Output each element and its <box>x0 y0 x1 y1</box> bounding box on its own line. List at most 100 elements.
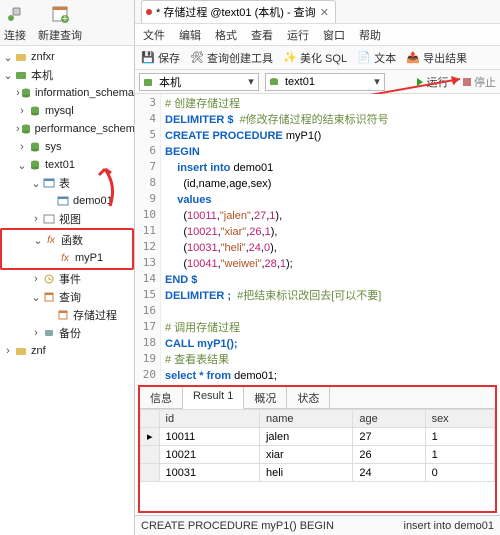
tree-item[interactable]: ›事件 <box>0 270 134 288</box>
menu-format[interactable]: 格式 <box>215 27 237 43</box>
twisty-icon[interactable] <box>46 252 58 264</box>
query-builder-button[interactable]: 🛠查询创建工具 <box>190 50 273 66</box>
status-left: CREATE PROCEDURE myP1() BEGIN <box>141 520 334 532</box>
tree-label: 表 <box>59 175 70 191</box>
cell-age[interactable]: 24 <box>353 464 425 482</box>
results-grid[interactable]: id name age sex ▸10011jalen27110021xiar2… <box>140 409 495 511</box>
stop-button[interactable]: 停止 <box>463 74 496 90</box>
connect-button[interactable]: 连接 <box>4 1 26 43</box>
tree-item[interactable]: › znf <box>0 342 134 360</box>
tree-item[interactable]: ›information_schema <box>0 84 134 102</box>
twisty-icon[interactable]: › <box>30 213 42 225</box>
cell-sex[interactable]: 0 <box>425 464 494 482</box>
tree-item[interactable]: fxmyP1 <box>2 249 132 267</box>
tree-item[interactable]: ›备份 <box>0 324 134 342</box>
tree-item[interactable]: ›performance_schema <box>0 120 134 138</box>
cell-sex[interactable]: 1 <box>425 446 494 464</box>
tree-label: znf <box>31 345 46 357</box>
save-icon: 💾 <box>141 51 155 65</box>
object-tree: ⌄znfxr⌄本机›information_schema›mysql›perfo… <box>0 46 134 535</box>
col-age[interactable]: age <box>353 410 425 428</box>
sch-icon <box>28 140 42 154</box>
menu-window[interactable]: 窗口 <box>323 27 345 43</box>
text-button[interactable]: 📄文本 <box>357 50 396 66</box>
new-query-button[interactable]: + 新建查询 <box>38 1 82 43</box>
cell-name[interactable]: xiar <box>259 446 352 464</box>
export-label: 导出结果 <box>423 50 467 66</box>
tree-item[interactable]: ⌄本机 <box>0 66 134 84</box>
tree-label: 存储过程 <box>73 307 117 323</box>
line-number: 6 <box>135 144 160 160</box>
tree-item[interactable]: ⌄text01 <box>0 156 134 174</box>
connection-select[interactable]: 本机 ▾ <box>139 73 259 91</box>
twisty-icon[interactable] <box>44 195 56 207</box>
new-query-icon: + <box>49 3 71 25</box>
twisty-icon[interactable]: › <box>2 345 14 357</box>
tab-profile[interactable]: 概况 <box>244 387 287 408</box>
cell-age[interactable]: 27 <box>353 428 425 446</box>
file-tab-row: * 存储过程 @text01 (本机) - 查询 ✕ <box>135 0 500 24</box>
svg-text:+: + <box>62 13 68 24</box>
export-button[interactable]: 📤导出结果 <box>406 50 467 66</box>
run-button[interactable]: 运行▾ <box>417 74 457 90</box>
cell-age[interactable]: 26 <box>353 446 425 464</box>
menu-bar: 文件 编辑 格式 查看 运行 窗口 帮助 <box>135 24 500 46</box>
tree-label: myP1 <box>75 252 103 264</box>
tree-item[interactable]: ›视图 <box>0 210 134 228</box>
twisty-icon[interactable]: ⌄ <box>16 159 28 171</box>
sql-editor[interactable]: 34567891011121314151617181920 # 创建存储过程 D… <box>135 94 500 385</box>
qry-icon <box>42 290 56 304</box>
cell-name[interactable]: heli <box>259 464 352 482</box>
twisty-icon[interactable]: ⌄ <box>30 177 42 189</box>
tab-result1[interactable]: Result 1 <box>183 387 244 409</box>
table-row[interactable]: 10021xiar261 <box>141 446 495 464</box>
menu-view[interactable]: 查看 <box>251 27 273 43</box>
cell-id[interactable]: 10011 <box>159 428 259 446</box>
twisty-icon[interactable]: ⌄ <box>2 69 14 81</box>
cell-sex[interactable]: 1 <box>425 428 494 446</box>
tree-item[interactable]: demo01 <box>0 192 134 210</box>
bak-icon <box>42 326 56 340</box>
menu-help[interactable]: 帮助 <box>359 27 381 43</box>
cell-id[interactable]: 10021 <box>159 446 259 464</box>
twisty-icon[interactable] <box>44 309 56 321</box>
twisty-icon[interactable]: › <box>16 141 28 153</box>
tree-item[interactable]: ›sys <box>0 138 134 156</box>
code-area[interactable]: # 创建存储过程 DELIMITER $ #修改存储过程的结束标识符号 CREA… <box>161 94 500 385</box>
col-sex[interactable]: sex <box>425 410 494 428</box>
db-y-icon <box>14 50 28 64</box>
new-query-label: 新建查询 <box>38 27 82 43</box>
chevron-down-icon: ▾ <box>244 75 258 88</box>
file-tab[interactable]: * 存储过程 @text01 (本机) - 查询 ✕ <box>141 0 336 23</box>
tree-item[interactable]: ⌄查询 <box>0 288 134 306</box>
twisty-icon[interactable]: › <box>30 327 42 339</box>
twisty-icon[interactable]: ⌄ <box>2 51 14 63</box>
tree-item[interactable]: ⌄表 <box>0 174 134 192</box>
col-id[interactable]: id <box>159 410 259 428</box>
twisty-icon[interactable]: › <box>30 273 42 285</box>
tab-status[interactable]: 状态 <box>287 387 330 408</box>
tree-item[interactable]: ⌄znfxr <box>0 48 134 66</box>
twisty-icon[interactable]: › <box>16 105 28 117</box>
menu-edit[interactable]: 编辑 <box>179 27 201 43</box>
menu-file[interactable]: 文件 <box>143 27 165 43</box>
tab-info[interactable]: 信息 <box>140 387 183 408</box>
twisty-icon[interactable]: ⌄ <box>30 291 42 303</box>
file-tab-title: * 存储过程 @text01 (本机) - 查询 <box>156 4 316 20</box>
cell-name[interactable]: jalen <box>259 428 352 446</box>
tree-item[interactable]: ›mysql <box>0 102 134 120</box>
beautify-button[interactable]: ✨美化 SQL <box>283 50 347 66</box>
tree-item[interactable]: ⌄fx函数 <box>2 231 132 249</box>
tree-item[interactable]: 存储过程 <box>0 306 134 324</box>
database-select[interactable]: text01 ▾ <box>265 73 385 91</box>
modified-dot-icon <box>146 9 152 15</box>
table-row[interactable]: 10031heli240 <box>141 464 495 482</box>
table-row[interactable]: ▸10011jalen271 <box>141 428 495 446</box>
close-icon[interactable]: ✕ <box>320 6 329 19</box>
tbl-icon <box>56 194 70 208</box>
col-name[interactable]: name <box>259 410 352 428</box>
cell-id[interactable]: 10031 <box>159 464 259 482</box>
twisty-icon[interactable]: ⌄ <box>32 234 44 246</box>
save-button[interactable]: 💾保存 <box>141 50 180 66</box>
menu-run[interactable]: 运行 <box>287 27 309 43</box>
